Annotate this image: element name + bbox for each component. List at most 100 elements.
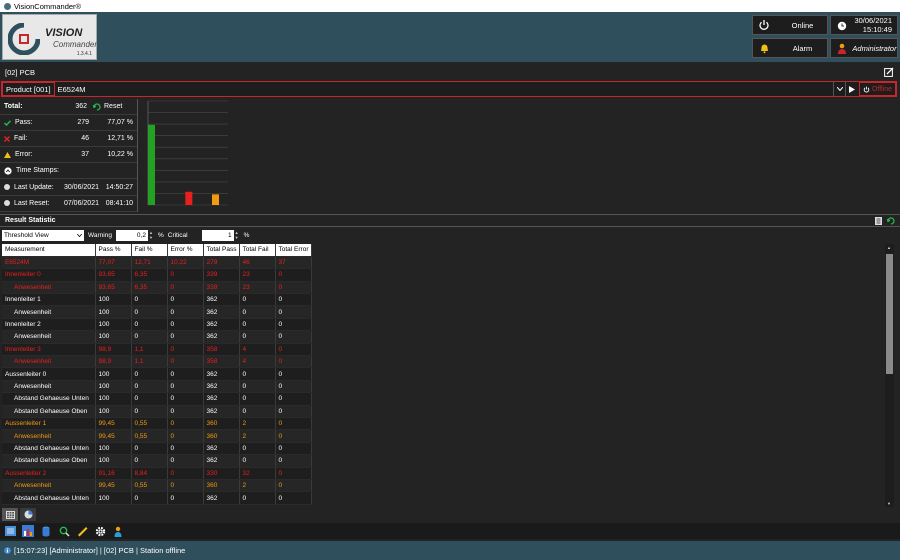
table-row[interactable]: Innenleiter 2 100 0 0 362 0 0 bbox=[2, 318, 312, 332]
play-icon[interactable] bbox=[845, 82, 857, 96]
critical-percent-sign: % bbox=[243, 232, 250, 239]
view-select-value: Threshold View bbox=[4, 232, 49, 239]
reset-button[interactable]: Reset bbox=[93, 102, 137, 111]
collapse-up-icon[interactable] bbox=[4, 167, 12, 175]
column-header[interactable]: Error % bbox=[167, 244, 204, 257]
error-value: 37 bbox=[81, 151, 89, 159]
table-cell: 0 bbox=[239, 442, 276, 456]
check-icon bbox=[4, 119, 11, 126]
list-icon[interactable] bbox=[4, 525, 16, 537]
offline-button[interactable]: Offline bbox=[859, 82, 896, 96]
bottom-icon-bar bbox=[0, 523, 900, 539]
column-header[interactable]: Total Fail bbox=[239, 244, 276, 257]
scrollbar-thumb[interactable] bbox=[886, 254, 893, 374]
stepper-arrows-icon[interactable]: ▲ ▼ bbox=[234, 230, 240, 241]
table-cell: 2 bbox=[239, 429, 276, 443]
table-row[interactable]: Innenleiter 3 98,9 1,1 0 358 4 0 bbox=[2, 343, 312, 357]
table-cell: 0 bbox=[167, 293, 204, 307]
gear-icon[interactable] bbox=[94, 525, 106, 537]
table-row[interactable]: Anwesenheit 93,65 6,35 0 339 23 0 bbox=[2, 281, 312, 295]
table-cell: 2 bbox=[239, 417, 276, 431]
table-row[interactable]: Anwesenheit 100 0 0 362 0 0 bbox=[2, 305, 312, 319]
online-button[interactable]: Online bbox=[752, 15, 828, 35]
scroll-down-icon[interactable]: ▼ bbox=[887, 501, 891, 506]
column-header[interactable]: Pass % bbox=[95, 244, 132, 257]
stepper-arrows-icon[interactable]: ▲ ▼ bbox=[148, 230, 154, 241]
header: VISION Commander 1.3.4.1 Online 30/06/20… bbox=[0, 12, 900, 62]
table-cell: 0 bbox=[167, 417, 204, 431]
table-row[interactable]: Abstand Gehaeuse Unten 100 0 0 362 0 0 bbox=[2, 442, 312, 456]
ruler-icon[interactable] bbox=[76, 525, 88, 537]
table-cell: 100 bbox=[95, 293, 132, 307]
table-row[interactable]: Aussenleiter 2 91,16 8,84 0 330 32 0 bbox=[2, 467, 312, 480]
table-cell: 98,9 bbox=[95, 343, 132, 357]
bullet-icon bbox=[4, 184, 10, 191]
product-dropdown-chevron-icon[interactable] bbox=[833, 82, 845, 96]
table-cell: 99,45 bbox=[95, 429, 132, 443]
table-row[interactable]: Anwesenheit 100 0 0 362 0 0 bbox=[2, 380, 312, 394]
table-cell: 0 bbox=[167, 355, 204, 369]
table-row[interactable]: Anwesenheit 99,45 0,55 0 360 2 0 bbox=[2, 479, 312, 493]
last-reset-time: 08:41:10 bbox=[105, 199, 133, 207]
table-cell: 339 bbox=[203, 281, 240, 295]
table-row[interactable]: Abstand Gehaeuse Oben 100 0 0 362 0 0 bbox=[2, 454, 312, 468]
total-label: Total: bbox=[4, 103, 23, 111]
statistics-chart-icon[interactable] bbox=[22, 525, 34, 537]
critical-stepper[interactable]: 1 ▲ ▼ bbox=[201, 230, 239, 241]
table-row[interactable]: E6524M 77,07 12,71 10,22 279 46 37 bbox=[2, 256, 312, 270]
reset-icon bbox=[93, 102, 101, 111]
table-cell: 0 bbox=[167, 467, 204, 480]
table-cell: 91,16 bbox=[95, 467, 132, 480]
table-cell: 0 bbox=[239, 367, 276, 381]
table-cell: 0 bbox=[275, 454, 312, 468]
last-update-time: 14:50:27 bbox=[105, 183, 133, 191]
warning-stepper[interactable]: 0,2 ▲ ▼ bbox=[115, 230, 153, 241]
table-cell: 362 bbox=[203, 305, 240, 319]
table-row[interactable]: Aussenleiter 1 99,45 0,55 0 360 2 0 bbox=[2, 417, 312, 431]
table-cell: 100 bbox=[95, 380, 132, 394]
table-cell: 2 bbox=[239, 479, 276, 493]
column-header[interactable]: Fail % bbox=[131, 244, 168, 257]
view-select[interactable]: Threshold View bbox=[2, 230, 84, 241]
table-cell: 362 bbox=[203, 392, 240, 406]
table-row[interactable]: Innenleiter 0 93,65 6,35 0 339 23 0 bbox=[2, 268, 312, 282]
logo-text-vision: VISION bbox=[45, 27, 83, 39]
warning-value: 0,2 bbox=[136, 232, 146, 239]
table-cell: 0 bbox=[167, 491, 204, 505]
column-header[interactable]: Total Pass bbox=[203, 244, 240, 257]
tab-table-view[interactable] bbox=[2, 508, 18, 521]
user-management-icon[interactable] bbox=[112, 525, 124, 537]
table-row[interactable]: Anwesenheit 99,45 0,55 0 360 2 0 bbox=[2, 429, 312, 443]
alarm-button[interactable]: Alarm bbox=[752, 38, 828, 58]
table-cell: 10,22 bbox=[167, 256, 204, 270]
table-cell: 0 bbox=[167, 380, 204, 394]
scroll-up-icon[interactable]: ▲ bbox=[887, 245, 891, 250]
table-cell: 98,9 bbox=[95, 355, 132, 369]
table-cell: 6,35 bbox=[131, 281, 168, 295]
result-reset-icon[interactable] bbox=[886, 217, 895, 227]
user-name: Administrator bbox=[852, 43, 897, 53]
user-button[interactable]: Administrator bbox=[830, 38, 898, 58]
table-row[interactable]: Abstand Gehaeuse Oben 100 0 0 362 0 0 bbox=[2, 405, 312, 418]
table-row[interactable]: Abstand Gehaeuse Unten 100 0 0 362 0 0 bbox=[2, 392, 312, 406]
table-row[interactable]: Anwesenheit 98,9 1,1 0 358 4 0 bbox=[2, 355, 312, 369]
table-row[interactable]: Abstand Gehaeuse Unten 100 0 0 362 0 0 bbox=[2, 491, 312, 505]
inspect-icon[interactable] bbox=[58, 525, 70, 537]
warning-label: Warning bbox=[88, 232, 112, 239]
table-scrollbar[interactable]: ▲ ▼ bbox=[885, 244, 894, 507]
database-icon[interactable] bbox=[40, 525, 52, 537]
table-row[interactable]: Anwesenheit 100 0 0 362 0 0 bbox=[2, 330, 312, 344]
table-cell: 0,55 bbox=[131, 417, 168, 431]
edit-icon[interactable] bbox=[884, 67, 894, 79]
table-row[interactable]: Innenleiter 1 100 0 0 362 0 0 bbox=[2, 293, 312, 307]
table-cell: Aussenleiter 0 bbox=[2, 367, 96, 381]
table-cell: 362 bbox=[203, 318, 240, 332]
table-cell: 0 bbox=[275, 392, 312, 406]
tab-chart-view[interactable] bbox=[20, 508, 36, 521]
column-header[interactable]: Measurement bbox=[2, 244, 96, 257]
table-cell: 0 bbox=[275, 442, 312, 456]
column-header[interactable]: Total Error bbox=[275, 244, 312, 257]
export-icon[interactable] bbox=[875, 217, 882, 227]
table-cell: 23 bbox=[239, 281, 276, 295]
table-row[interactable]: Aussenleiter 0 100 0 0 362 0 0 bbox=[2, 367, 312, 381]
